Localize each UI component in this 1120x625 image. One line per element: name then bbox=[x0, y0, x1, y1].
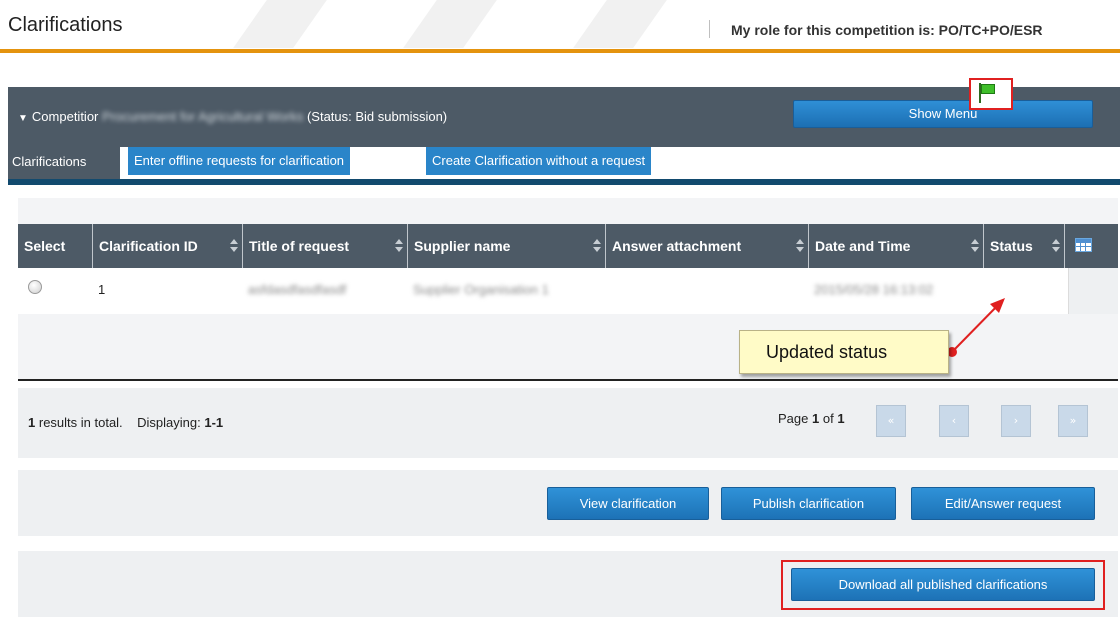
table-divider bbox=[18, 379, 1118, 381]
prev-page-button[interactable]: ‹ bbox=[939, 405, 969, 437]
last-page-button[interactable]: » bbox=[1058, 405, 1088, 437]
pagination-bar: 1 results in total. Displaying: 1-1 Page… bbox=[18, 388, 1118, 458]
view-clarification-button[interactable]: View clarification bbox=[547, 487, 709, 520]
next-page-button[interactable]: › bbox=[1001, 405, 1031, 437]
download-all-button[interactable]: Download all published clarifications bbox=[791, 568, 1095, 601]
download-bar: Download all published clarifications bbox=[18, 551, 1118, 617]
results-summary: 1 results in total. Displaying: 1-1 bbox=[28, 415, 224, 430]
edit-answer-request-button[interactable]: Edit/Answer request bbox=[911, 487, 1095, 520]
publish-clarification-button[interactable]: Publish clarification bbox=[721, 487, 896, 520]
page-indicator: Page 1 of 1 bbox=[778, 411, 845, 426]
action-bar: View clarification Publish clarification… bbox=[18, 470, 1118, 536]
page-title: Clarifications bbox=[8, 14, 123, 36]
updated-status-callout: Updated status bbox=[739, 330, 949, 374]
first-page-button[interactable]: « bbox=[876, 405, 906, 437]
